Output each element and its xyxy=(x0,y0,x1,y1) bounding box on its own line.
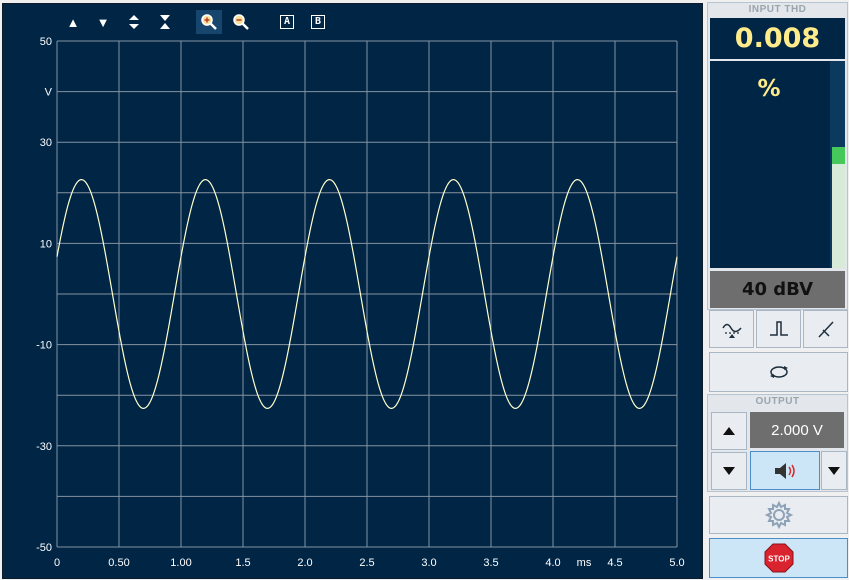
move-down-icon[interactable]: ▼ xyxy=(90,10,116,34)
sine-mode-button[interactable] xyxy=(709,310,754,348)
speaker-icon xyxy=(775,462,795,479)
caret-up-icon xyxy=(723,427,735,435)
y-tick-label: 50 xyxy=(40,36,52,48)
output-voltage-display[interactable]: 2.000 V xyxy=(750,412,844,448)
compress-vertical-icon[interactable] xyxy=(152,10,178,34)
sine-wave-icon xyxy=(721,323,742,338)
probe-icon xyxy=(817,321,834,338)
waveform-chart: 50 30 10 -10 -30 -50 V 0 0.50 1.00 1.5 2.0 2.5 3.0 3.5… xyxy=(36,36,685,569)
thd-header: INPUT THD xyxy=(748,4,807,15)
x-tick-label: 2.5 xyxy=(359,557,374,569)
expand-vertical-icon[interactable] xyxy=(121,10,147,34)
speaker-toggle-button[interactable] xyxy=(750,451,820,490)
svg-text:STOP: STOP xyxy=(768,555,790,564)
x-axis-label: ms xyxy=(577,557,592,569)
x-tick-label: 5.0 xyxy=(669,557,684,569)
y-axis-label: V xyxy=(45,87,53,99)
cursor-b-button[interactable]: B xyxy=(305,10,331,34)
output-down-button[interactable] xyxy=(711,452,747,490)
y-tick-label: -10 xyxy=(36,340,52,352)
cursor-b-label: B xyxy=(311,15,325,29)
chevron-down-icon xyxy=(828,466,840,475)
y-tick-label: 30 xyxy=(40,137,52,149)
meter-peak xyxy=(832,147,845,164)
thd-panel: INPUT THD 0.008 % 40 dBV xyxy=(707,2,848,310)
y-tick-label: 10 xyxy=(40,238,52,250)
refresh-icon xyxy=(769,366,788,378)
zoom-in-icon[interactable] xyxy=(196,10,222,34)
thd-meter-area: % xyxy=(710,61,845,268)
pulse-icon xyxy=(769,321,788,336)
x-tick-label: 1.00 xyxy=(170,557,191,569)
loop-button[interactable] xyxy=(709,352,848,392)
pulse-mode-button[interactable] xyxy=(756,310,801,348)
probe-mode-button[interactable] xyxy=(803,310,848,348)
thd-unit: % xyxy=(757,76,781,102)
x-tick-label: 1.5 xyxy=(235,557,250,569)
cursor-a-label: A xyxy=(280,15,294,29)
thd-value: 0.008 xyxy=(710,18,845,59)
move-up-icon[interactable]: ▲ xyxy=(60,10,86,34)
output-header: OUTPUT xyxy=(755,396,800,407)
x-tick-label: 3.0 xyxy=(421,557,436,569)
gear-icon xyxy=(764,500,793,530)
x-tick-label: 4.5 xyxy=(607,557,622,569)
x-tick-label: 3.5 xyxy=(483,557,498,569)
scope-display[interactable]: 50 30 10 -10 -30 -50 V 0 0.50 1.00 1.5 2.0 2.5 3.0 3.5… xyxy=(2,3,703,579)
y-tick-label: -50 xyxy=(36,542,52,554)
input-range-display[interactable]: 40 dBV xyxy=(710,271,845,308)
stop-icon: STOP xyxy=(764,543,793,573)
x-tick-label: 2.0 xyxy=(297,557,312,569)
zoom-out-icon[interactable] xyxy=(228,10,254,34)
cursor-a-button[interactable]: A xyxy=(274,10,300,34)
settings-button[interactable] xyxy=(709,496,848,534)
stop-button[interactable]: STOP xyxy=(709,538,848,578)
output-up-button[interactable] xyxy=(711,412,747,450)
output-dropdown-button[interactable] xyxy=(821,451,847,490)
x-tick-label: 0 xyxy=(54,557,60,569)
y-tick-label: -30 xyxy=(36,441,52,453)
x-tick-label: 0.50 xyxy=(108,557,129,569)
x-tick-label: 4.0 xyxy=(545,557,560,569)
meter-fill xyxy=(832,164,845,268)
caret-down-icon xyxy=(723,467,735,475)
